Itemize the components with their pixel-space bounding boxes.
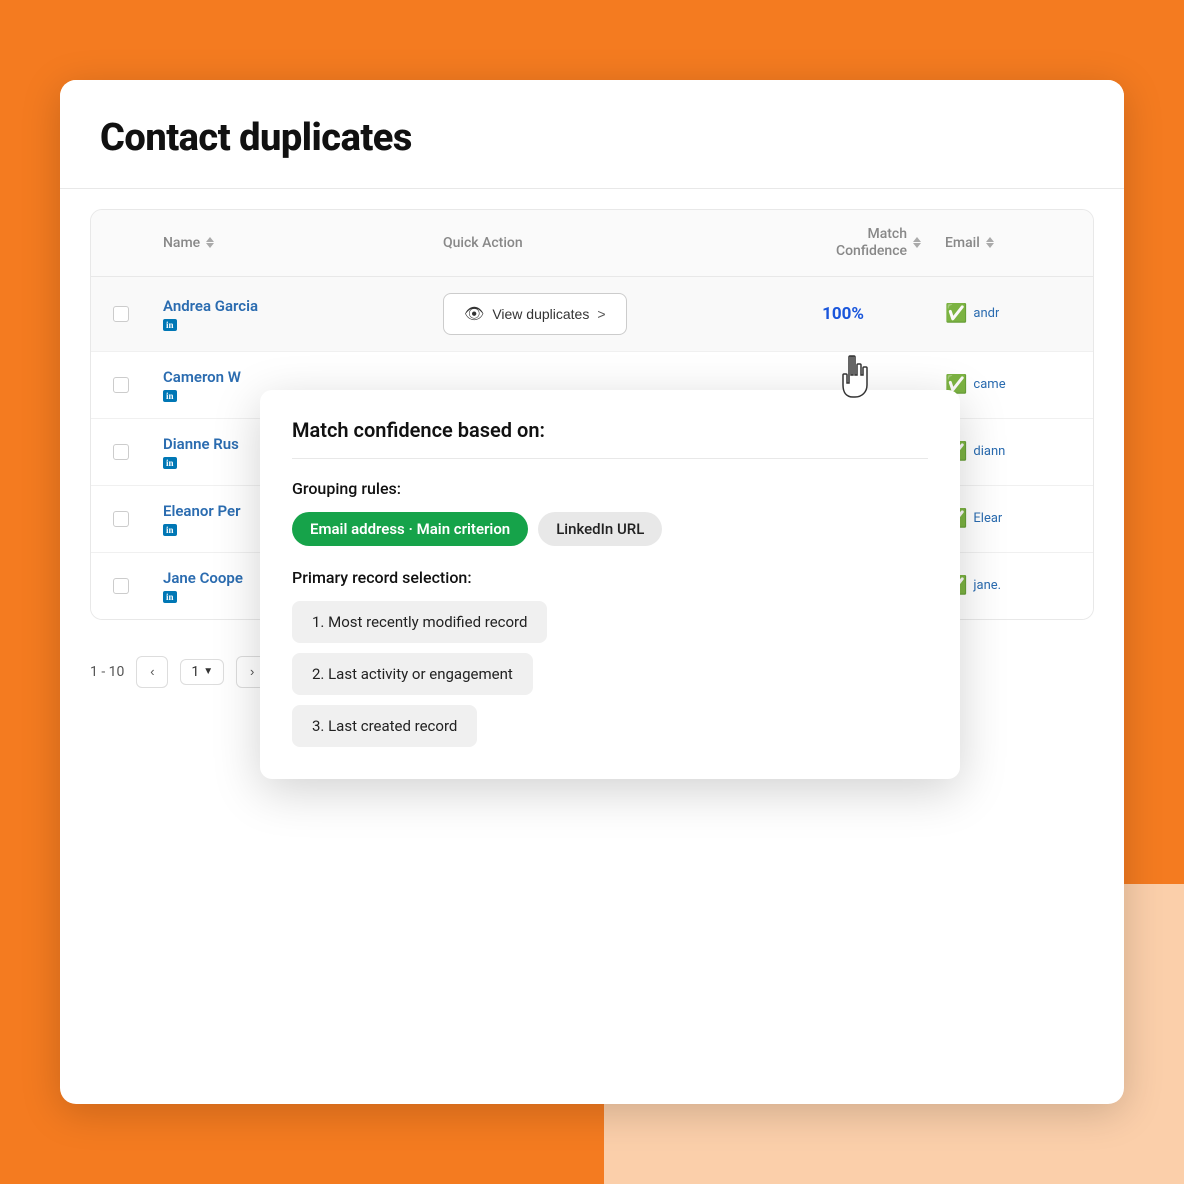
record-item-2: 2. Last activity or engagement <box>292 653 533 695</box>
checkbox-input[interactable] <box>113 306 129 322</box>
page-title: Contact duplicates <box>100 116 1084 160</box>
linkedin-icon: in <box>163 591 177 603</box>
chevron-right-icon: > <box>597 306 605 322</box>
email-text: Elear <box>973 511 1002 526</box>
contact-name-link[interactable]: Andrea Garcia <box>163 297 419 315</box>
grouping-rules-row: Email address · Main criterion LinkedIn … <box>292 512 928 546</box>
tag-email-address[interactable]: Email address · Main criterion <box>292 512 528 546</box>
row-checkbox[interactable] <box>91 562 151 610</box>
table-row: Andrea Garcia in 👁 View duplicates > 100… <box>91 277 1093 352</box>
contact-name-link[interactable]: Cameron W <box>163 368 419 386</box>
email-verified-icon: ✅ <box>945 303 967 324</box>
page-header: Contact duplicates <box>60 80 1124 189</box>
primary-record-label: Primary record selection: <box>292 568 928 587</box>
checkbox-input[interactable] <box>113 377 129 393</box>
record-item-1: 1. Most recently modified record <box>292 601 547 643</box>
record-item-3: 3. Last created record <box>292 705 477 747</box>
checkbox-input[interactable] <box>113 511 129 527</box>
th-checkbox <box>91 210 151 276</box>
quick-action-cell: 👁 View duplicates > <box>431 277 753 351</box>
checkbox-input[interactable] <box>113 578 129 594</box>
email-cell: ✅ andr <box>933 287 1093 340</box>
popover-divider <box>292 458 928 459</box>
row-checkbox[interactable] <box>91 495 151 543</box>
linkedin-icon: in <box>163 457 177 469</box>
page-number: 1 <box>191 664 199 680</box>
page-select[interactable]: 1 ▼ <box>180 659 224 685</box>
row-checkbox[interactable] <box>91 290 151 338</box>
th-match-confidence[interactable]: MatchConfidence <box>753 210 933 276</box>
prev-page-button[interactable]: ‹ <box>136 656 168 688</box>
popover-title: Match confidence based on: <box>292 418 928 442</box>
grouping-rules-label: Grouping rules: <box>292 479 928 498</box>
th-name[interactable]: Name <box>151 210 431 276</box>
dropdown-icon: ▼ <box>203 666 213 677</box>
checkbox-input[interactable] <box>113 444 129 460</box>
linkedin-icon: in <box>163 319 177 331</box>
page-range: 1 - 10 <box>90 664 124 680</box>
match-confidence-value[interactable]: 100% <box>765 304 921 324</box>
sort-email-icon[interactable] <box>986 237 994 248</box>
tag-linkedin-url[interactable]: LinkedIn URL <box>538 512 662 546</box>
linkedin-icon: in <box>163 524 177 536</box>
sort-name-icon[interactable] <box>206 237 214 248</box>
eye-icon: 👁 <box>464 304 484 324</box>
match-confidence-cell[interactable]: 100% <box>753 288 933 340</box>
email-text: jane. <box>973 578 1001 593</box>
match-confidence-popover: Match confidence based on: Grouping rule… <box>260 390 960 779</box>
sort-confidence-icon[interactable] <box>913 237 921 248</box>
th-quick-action: Quick Action <box>431 210 753 276</box>
contact-linkedin[interactable]: in <box>163 317 419 331</box>
table-header: Name Quick Action MatchConfidence <box>91 210 1093 277</box>
match-confidence-label: MatchConfidence <box>836 226 907 260</box>
email-text: diann <box>973 444 1005 459</box>
email-text: andr <box>973 306 999 321</box>
view-duplicates-button[interactable]: 👁 View duplicates > <box>443 293 627 335</box>
row-checkbox[interactable] <box>91 361 151 409</box>
row-checkbox[interactable] <box>91 428 151 476</box>
record-list: 1. Most recently modified record 2. Last… <box>292 601 928 747</box>
th-email[interactable]: Email <box>933 210 1093 276</box>
contact-name-cell: Andrea Garcia in <box>151 281 431 347</box>
linkedin-icon: in <box>163 390 177 402</box>
email-text: came <box>973 377 1005 392</box>
